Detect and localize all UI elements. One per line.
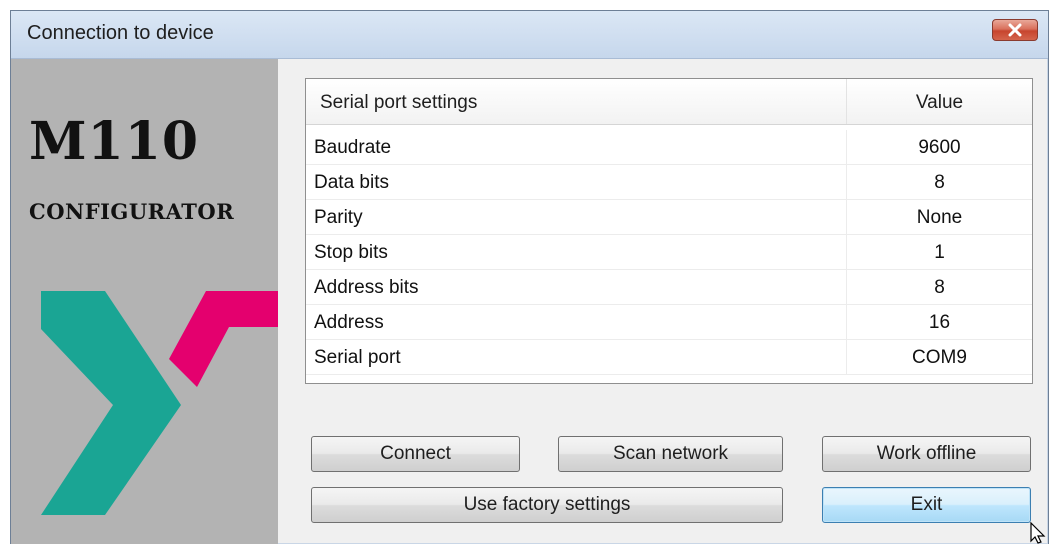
company-logo: [41, 291, 278, 515]
column-header-settings[interactable]: Serial port settings: [320, 92, 477, 114]
serial-settings-table[interactable]: Serial port settings Value Baudrate 9600…: [305, 78, 1033, 384]
table-row[interactable]: Baudrate 9600: [306, 130, 1032, 165]
scan-network-button[interactable]: Scan network: [558, 436, 783, 472]
close-icon: [1008, 23, 1022, 37]
table-row[interactable]: Address 16: [306, 305, 1032, 340]
setting-name: Address bits: [314, 277, 419, 298]
setting-value[interactable]: 16: [847, 312, 1032, 334]
connect-button[interactable]: Connect: [311, 436, 520, 472]
column-header-value[interactable]: Value: [847, 92, 1032, 114]
connection-dialog: Connection to device M110 CONFIGURATOR S…: [10, 10, 1049, 544]
setting-value[interactable]: 8: [847, 277, 1032, 299]
mouse-cursor-icon: [1030, 522, 1046, 544]
title-bar: Connection to device: [11, 11, 1048, 59]
setting-value[interactable]: 8: [847, 172, 1032, 194]
setting-value[interactable]: 1: [847, 242, 1032, 264]
product-subtitle: CONFIGURATOR: [29, 199, 235, 224]
setting-value[interactable]: COM9: [847, 347, 1032, 369]
setting-name: Address: [314, 312, 384, 333]
product-title: M110: [29, 111, 200, 172]
table-row[interactable]: Stop bits 1: [306, 235, 1032, 270]
window-title: Connection to device: [27, 22, 214, 44]
setting-name: Data bits: [314, 172, 389, 193]
use-factory-settings-button[interactable]: Use factory settings: [311, 487, 783, 523]
close-button[interactable]: [992, 19, 1038, 41]
setting-value[interactable]: None: [847, 207, 1032, 229]
setting-name: Parity: [314, 207, 363, 228]
table-row[interactable]: Serial port COM9: [306, 340, 1032, 375]
setting-name: Stop bits: [314, 242, 388, 263]
exit-button[interactable]: Exit: [822, 487, 1031, 523]
table-row[interactable]: Data bits 8: [306, 165, 1032, 200]
table-row[interactable]: Parity None: [306, 200, 1032, 235]
setting-name: Serial port: [314, 347, 401, 368]
branding-panel: M110 CONFIGURATOR: [11, 59, 278, 544]
setting-value[interactable]: 9600: [847, 137, 1032, 159]
work-offline-button[interactable]: Work offline: [822, 436, 1031, 472]
table-header: Serial port settings Value: [306, 79, 1032, 125]
table-row[interactable]: Address bits 8: [306, 270, 1032, 305]
setting-name: Baudrate: [314, 137, 392, 158]
